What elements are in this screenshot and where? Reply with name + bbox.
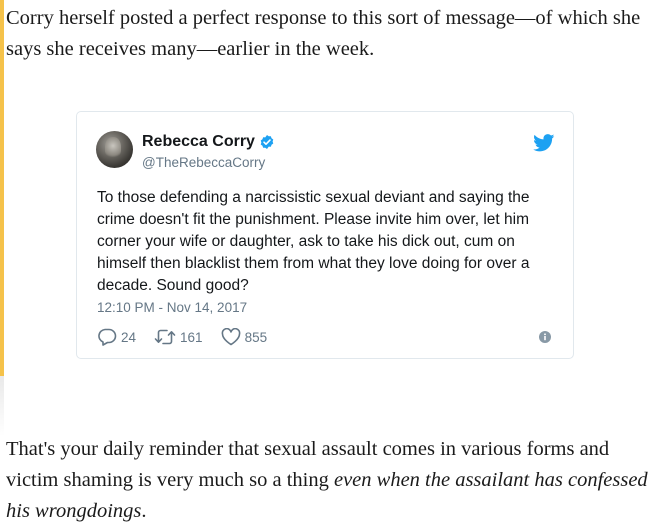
heart-icon — [221, 328, 240, 346]
tweet-timestamp[interactable]: 12:10 PM - Nov 14, 2017 — [97, 300, 247, 315]
article-paragraph-intro: Corry herself posted a perfect response … — [6, 7, 641, 60]
retweet-button[interactable]: 161 — [154, 328, 203, 346]
reply-icon — [98, 328, 117, 346]
info-icon[interactable] — [539, 331, 551, 343]
quote-accent-bar — [0, 0, 4, 376]
article-paragraph-reminder: That's your daily reminder that sexual a… — [6, 434, 651, 527]
embedded-tweet[interactable]: Rebecca Corry @TheRebeccaCorry To those … — [76, 111, 574, 359]
retweet-count: 161 — [180, 329, 203, 345]
tweet-actions: 24 161 855 — [97, 328, 285, 346]
tweet-author[interactable]: Rebecca Corry — [142, 133, 275, 151]
tweet-display-name[interactable]: Rebecca Corry — [142, 133, 255, 151]
twitter-bird-icon[interactable] — [533, 134, 555, 152]
reply-button[interactable]: 24 — [97, 328, 136, 346]
avatar[interactable] — [96, 131, 133, 168]
retweet-icon — [154, 329, 176, 345]
like-count: 855 — [244, 329, 268, 345]
tweet-handle[interactable]: @TheRebeccaCorry — [142, 155, 265, 170]
reminder-period: . — [141, 500, 147, 522]
verified-badge-icon — [260, 135, 274, 149]
tweet-text: To those defending a narcissistic sexual… — [97, 189, 530, 294]
reply-count: 24 — [121, 329, 137, 345]
side-shadow — [0, 376, 4, 436]
like-button[interactable]: 855 — [221, 328, 268, 346]
